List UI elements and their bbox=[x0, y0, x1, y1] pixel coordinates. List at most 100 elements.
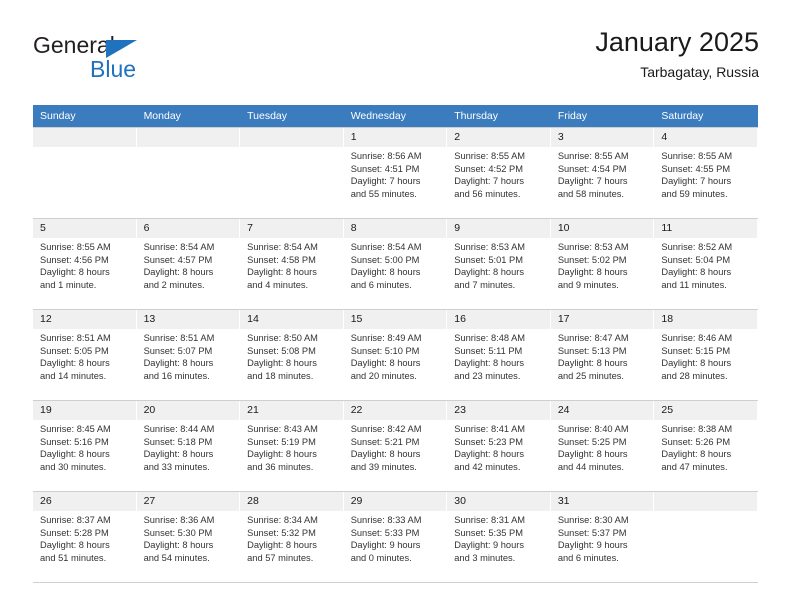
day-details: Sunrise: 8:36 AM Sunset: 5:30 PM Daylight:… bbox=[137, 511, 241, 564]
calendar-day-cell[interactable]: 25 Sunrise: 8:38 AM Sunset: 5:26 PM Dayligh… bbox=[654, 400, 758, 492]
sunset-text: Sunset: 5:26 PM bbox=[661, 436, 731, 447]
daylight-text: Daylight: 8 hours bbox=[40, 540, 110, 551]
day-details: Sunrise: 8:44 AM Sunset: 5:18 PM Daylight:… bbox=[137, 420, 241, 473]
sunrise-text: Sunrise: 8:55 AM bbox=[40, 242, 111, 252]
sunrise-text: Sunrise: 8:44 AM bbox=[143, 424, 215, 434]
daylight-text: and 3 minutes. bbox=[454, 552, 516, 563]
day-details: Sunrise: 8:56 AM Sunset: 4:51 PM Daylight:… bbox=[344, 147, 448, 200]
day-number: 9 bbox=[447, 219, 551, 238]
calendar-day-cell[interactable]: 15 Sunrise: 8:49 AM Sunset: 5:10 PM Dayligh… bbox=[343, 309, 448, 401]
daylight-text: and 9 minutes. bbox=[557, 279, 619, 290]
sunset-text: Sunset: 5:32 PM bbox=[247, 527, 316, 538]
sunrise-text: Sunrise: 8:40 AM bbox=[557, 424, 629, 434]
calendar-day-cell[interactable]: 24 Sunrise: 8:40 AM Sunset: 5:25 PM Dayligh… bbox=[550, 400, 655, 492]
daylight-text: and 39 minutes. bbox=[350, 461, 417, 472]
calendar-day-cell[interactable]: 27 Sunrise: 8:36 AM Sunset: 5:30 PM Dayligh… bbox=[136, 491, 241, 583]
sunrise-text: Sunrise: 8:55 AM bbox=[454, 151, 526, 161]
calendar-page: General Blue January 2025 Tarbagatay, Ru… bbox=[0, 0, 792, 612]
day-number: 20 bbox=[136, 401, 241, 420]
day-details: Sunrise: 8:51 AM Sunset: 5:07 PM Daylight:… bbox=[137, 329, 241, 382]
calendar-day-cell[interactable]: 22 Sunrise: 8:42 AM Sunset: 5:21 PM Dayligh… bbox=[343, 400, 448, 492]
logo-text-blue: Blue bbox=[90, 56, 137, 82]
sunrise-text: Sunrise: 8:30 AM bbox=[557, 515, 629, 525]
daylight-text: and 11 minutes. bbox=[661, 279, 727, 290]
day-details: Sunrise: 8:43 AM Sunset: 5:19 PM Daylight:… bbox=[240, 420, 344, 473]
sunset-text: Sunset: 4:55 PM bbox=[661, 163, 731, 174]
calendar-day-cell[interactable]: 11 Sunrise: 8:52 AM Sunset: 5:04 PM Dayligh… bbox=[654, 218, 758, 310]
calendar-day-cell[interactable]: 26 Sunrise: 8:37 AM Sunset: 5:28 PM Dayligh… bbox=[33, 491, 137, 583]
day-number: 29 bbox=[343, 492, 448, 511]
day-number: 10 bbox=[550, 219, 655, 238]
daylight-text: Daylight: 8 hours bbox=[247, 449, 317, 460]
day-details: Sunrise: 8:31 AM Sunset: 5:35 PM Daylight:… bbox=[447, 511, 551, 564]
calendar-day-cell-empty bbox=[240, 127, 344, 219]
daylight-text: and 20 minutes. bbox=[350, 370, 417, 381]
calendar-day-cell[interactable]: 5 Sunrise: 8:55 AM Sunset: 4:56 PM Daylight… bbox=[33, 218, 137, 310]
calendar-day-cell[interactable]: 31 Sunrise: 8:30 AM Sunset: 5:37 PM Dayligh… bbox=[550, 491, 655, 583]
daylight-text: and 58 minutes. bbox=[557, 188, 624, 199]
calendar-day-cell[interactable]: 21 Sunrise: 8:43 AM Sunset: 5:19 PM Dayligh… bbox=[240, 400, 344, 492]
calendar-day-cell[interactable]: 29 Sunrise: 8:33 AM Sunset: 5:33 PM Dayligh… bbox=[343, 491, 448, 583]
calendar-day-cell[interactable]: 19 Sunrise: 8:45 AM Sunset: 5:16 PM Dayligh… bbox=[33, 400, 137, 492]
daylight-text: Daylight: 8 hours bbox=[350, 358, 421, 369]
sunset-text: Sunset: 4:57 PM bbox=[143, 254, 213, 265]
calendar-day-cell[interactable]: 4 Sunrise: 8:55 AM Sunset: 4:55 PM Daylight… bbox=[654, 127, 758, 219]
calendar-day-cell[interactable]: 6 Sunrise: 8:54 AM Sunset: 4:57 PM Daylight… bbox=[136, 218, 241, 310]
calendar-day-cell[interactable]: 9 Sunrise: 8:53 AM Sunset: 5:01 PM Daylight… bbox=[447, 218, 551, 310]
daylight-text: Daylight: 8 hours bbox=[247, 267, 317, 278]
daylight-text: and 16 minutes. bbox=[143, 370, 210, 381]
daylight-text: Daylight: 9 hours bbox=[454, 540, 525, 551]
calendar-day-cell[interactable]: 7 Sunrise: 8:54 AM Sunset: 4:58 PM Daylight… bbox=[240, 218, 344, 310]
page-header: General Blue January 2025 Tarbagatay, Ru… bbox=[33, 26, 759, 96]
weekday-header-friday: Friday bbox=[550, 105, 655, 128]
calendar-day-cell[interactable]: 18 Sunrise: 8:46 AM Sunset: 5:15 PM Dayligh… bbox=[654, 309, 758, 401]
day-number: 17 bbox=[550, 310, 655, 329]
calendar-day-cell[interactable]: 13 Sunrise: 8:51 AM Sunset: 5:07 PM Dayligh… bbox=[136, 309, 241, 401]
general-blue-logo[interactable]: General Blue bbox=[33, 32, 233, 90]
daylight-text: and 18 minutes. bbox=[247, 370, 314, 381]
sunset-text: Sunset: 4:52 PM bbox=[454, 163, 523, 174]
daylight-text: Daylight: 8 hours bbox=[661, 267, 732, 278]
sunset-text: Sunset: 5:10 PM bbox=[350, 345, 420, 356]
calendar-day-cell[interactable]: 8 Sunrise: 8:54 AM Sunset: 5:00 PM Daylight… bbox=[343, 218, 448, 310]
sunset-text: Sunset: 5:21 PM bbox=[350, 436, 420, 447]
day-number bbox=[654, 492, 758, 511]
calendar-day-cell[interactable]: 2 Sunrise: 8:55 AM Sunset: 4:52 PM Daylight… bbox=[447, 127, 551, 219]
sunrise-text: Sunrise: 8:53 AM bbox=[557, 242, 629, 252]
sunset-text: Sunset: 5:19 PM bbox=[247, 436, 316, 447]
weekday-header-monday: Monday bbox=[136, 105, 241, 128]
calendar-day-cell[interactable]: 23 Sunrise: 8:41 AM Sunset: 5:23 PM Dayligh… bbox=[447, 400, 551, 492]
day-number: 2 bbox=[447, 128, 551, 147]
day-details: Sunrise: 8:33 AM Sunset: 5:33 PM Daylight:… bbox=[344, 511, 448, 564]
calendar-day-cell[interactable]: 20 Sunrise: 8:44 AM Sunset: 5:18 PM Dayligh… bbox=[136, 400, 241, 492]
day-number: 31 bbox=[550, 492, 655, 511]
sunset-text: Sunset: 5:00 PM bbox=[350, 254, 420, 265]
daylight-text: and 56 minutes. bbox=[454, 188, 521, 199]
calendar-week-row: 19 Sunrise: 8:45 AM Sunset: 5:16 PM Dayligh… bbox=[33, 400, 758, 492]
day-details: Sunrise: 8:38 AM Sunset: 5:26 PM Daylight:… bbox=[654, 420, 758, 473]
calendar-day-cell[interactable]: 1 Sunrise: 8:56 AM Sunset: 4:51 PM Daylight… bbox=[343, 127, 448, 219]
logo-text-general: General bbox=[33, 32, 115, 58]
daylight-text: Daylight: 9 hours bbox=[557, 540, 628, 551]
calendar-day-cell[interactable]: 3 Sunrise: 8:55 AM Sunset: 4:54 PM Daylight… bbox=[550, 127, 655, 219]
daylight-text: Daylight: 8 hours bbox=[247, 540, 317, 551]
day-details: Sunrise: 8:51 AM Sunset: 5:05 PM Daylight:… bbox=[33, 329, 137, 382]
daylight-text: and 51 minutes. bbox=[40, 552, 107, 563]
calendar-day-cell[interactable]: 16 Sunrise: 8:48 AM Sunset: 5:11 PM Dayligh… bbox=[447, 309, 551, 401]
calendar-day-cell[interactable]: 17 Sunrise: 8:47 AM Sunset: 5:13 PM Dayligh… bbox=[550, 309, 655, 401]
calendar-day-cell[interactable]: 30 Sunrise: 8:31 AM Sunset: 5:35 PM Dayligh… bbox=[447, 491, 551, 583]
calendar-day-cell[interactable]: 14 Sunrise: 8:50 AM Sunset: 5:08 PM Dayligh… bbox=[240, 309, 344, 401]
day-details: Sunrise: 8:50 AM Sunset: 5:08 PM Daylight:… bbox=[240, 329, 344, 382]
day-details: Sunrise: 8:54 AM Sunset: 4:58 PM Daylight:… bbox=[240, 238, 344, 291]
daylight-text: and 6 minutes. bbox=[350, 279, 412, 290]
sunset-text: Sunset: 5:08 PM bbox=[247, 345, 316, 356]
day-details: Sunrise: 8:55 AM Sunset: 4:54 PM Daylight:… bbox=[551, 147, 655, 200]
calendar-day-cell[interactable]: 12 Sunrise: 8:51 AM Sunset: 5:05 PM Dayligh… bbox=[33, 309, 137, 401]
daylight-text: and 4 minutes. bbox=[247, 279, 309, 290]
daylight-text: Daylight: 8 hours bbox=[143, 267, 214, 278]
calendar-day-cell[interactable]: 28 Sunrise: 8:34 AM Sunset: 5:32 PM Dayligh… bbox=[240, 491, 344, 583]
sunrise-text: Sunrise: 8:34 AM bbox=[247, 515, 318, 525]
day-details: Sunrise: 8:53 AM Sunset: 5:02 PM Daylight:… bbox=[551, 238, 655, 291]
calendar-body: 1 Sunrise: 8:56 AM Sunset: 4:51 PM Daylight… bbox=[33, 127, 758, 583]
calendar-day-cell[interactable]: 10 Sunrise: 8:53 AM Sunset: 5:02 PM Dayligh… bbox=[550, 218, 655, 310]
